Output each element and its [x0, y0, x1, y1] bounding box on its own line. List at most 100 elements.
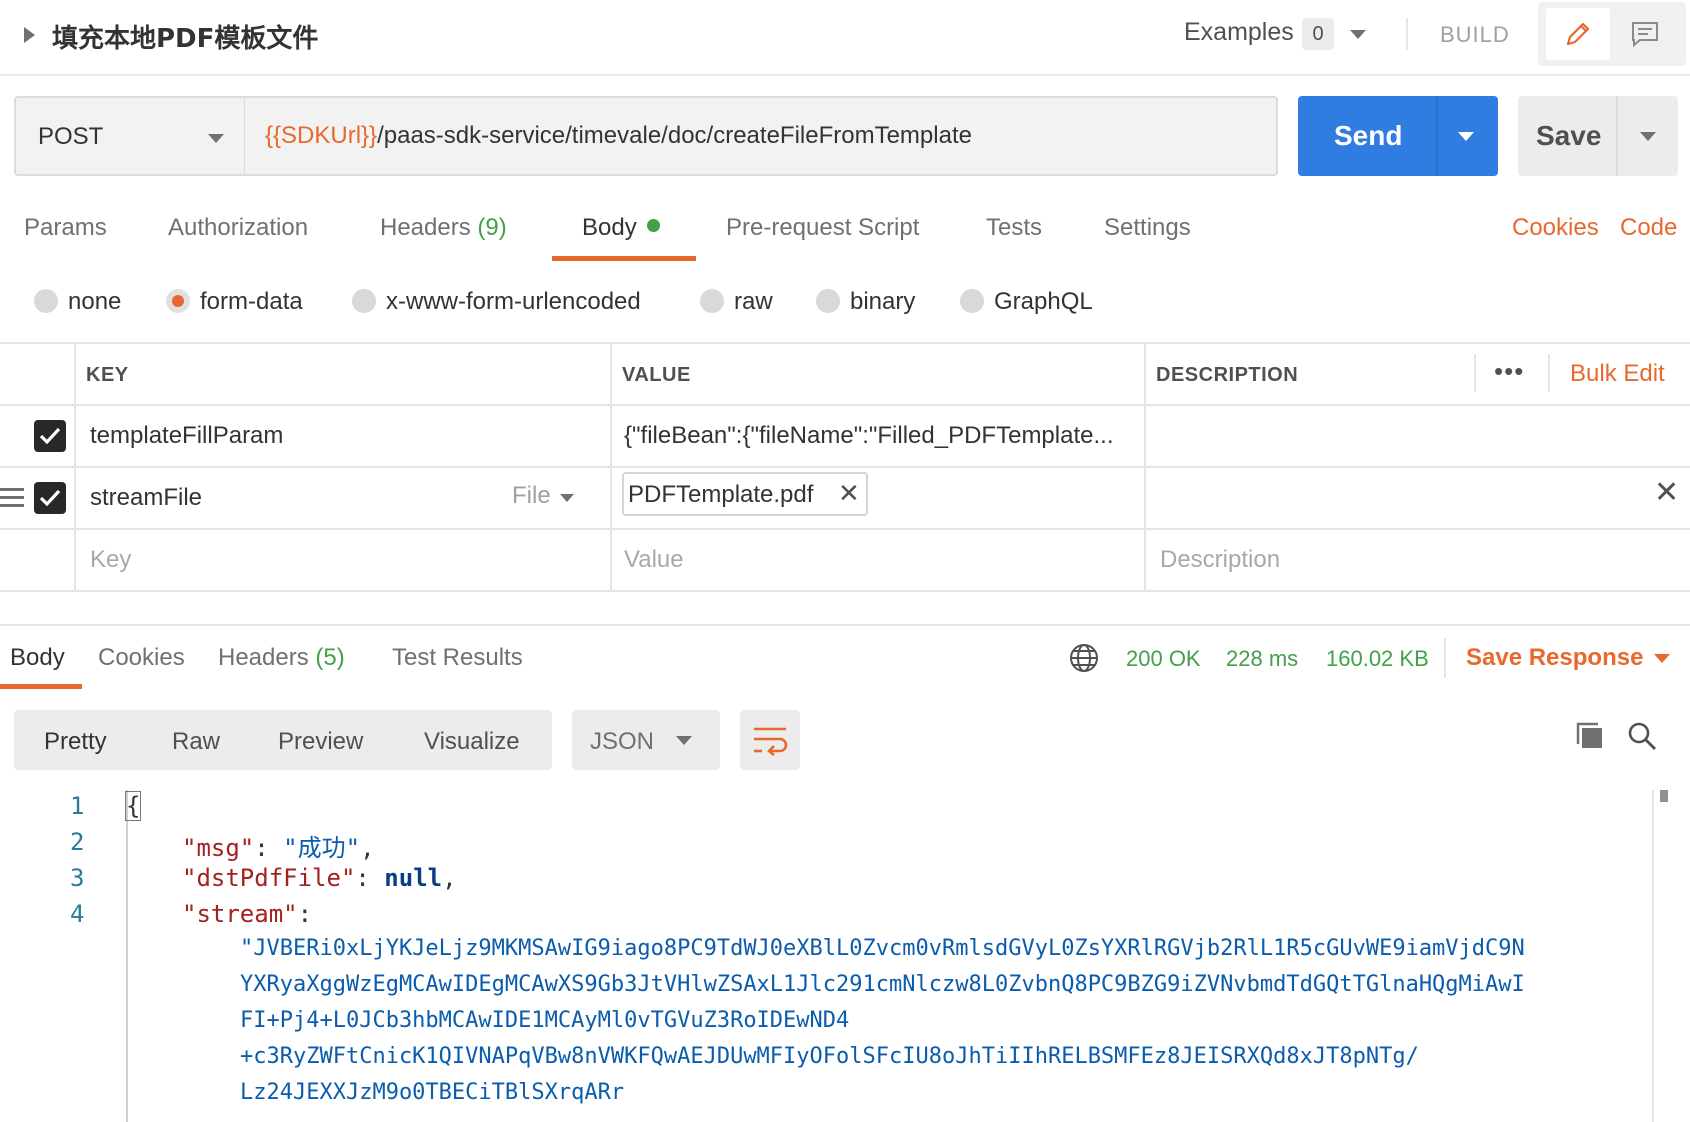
table-border	[0, 404, 1690, 406]
row-value[interactable]: {"fileBean":{"fileName":"Filled_PDFTempl…	[624, 422, 1134, 450]
code-link[interactable]: Code	[1620, 214, 1677, 242]
response-tab-test-results[interactable]: Test Results	[392, 644, 523, 672]
examples-count-badge: 0	[1302, 18, 1334, 50]
active-tab-underline	[0, 684, 82, 689]
view-preview[interactable]: Preview	[278, 728, 363, 756]
save-button[interactable]: Save	[1518, 96, 1678, 176]
checkmark-icon	[39, 427, 61, 445]
table-border	[74, 342, 76, 592]
send-button[interactable]: Send	[1298, 96, 1498, 176]
collapse-caret-icon[interactable]	[24, 27, 35, 43]
tab-headers-label: Headers	[380, 214, 471, 241]
send-options-chevron-icon[interactable]	[1458, 132, 1474, 141]
view-raw[interactable]: Raw	[172, 728, 220, 756]
examples-dropdown[interactable]: Examples	[1184, 18, 1294, 47]
checkmark-icon	[39, 489, 61, 507]
new-value-input[interactable]: Value	[624, 546, 684, 574]
method-select[interactable]: POST	[14, 96, 246, 176]
response-status[interactable]: 200 OK	[1126, 646, 1201, 672]
radio-label: GraphQL	[994, 288, 1093, 315]
cookies-link[interactable]: Cookies	[1512, 214, 1599, 242]
search-icon[interactable]	[1626, 720, 1658, 752]
radio-label: form-data	[200, 288, 303, 315]
radio-icon	[816, 289, 840, 313]
drag-handle-icon[interactable]	[0, 488, 24, 512]
url-text: {{SDKUrl}}/paas-sdk-service/timevale/doc…	[265, 122, 972, 150]
tab-prerequest-script[interactable]: Pre-request Script	[726, 214, 919, 242]
new-key-input[interactable]: Key	[90, 546, 131, 574]
active-tab-underline	[552, 256, 696, 261]
response-size[interactable]: 160.02 KB	[1326, 646, 1429, 672]
line-number: 4	[70, 900, 85, 928]
save-label: Save	[1536, 120, 1602, 151]
table-border	[610, 342, 612, 592]
code-line-3: "dstPdfFile": null,	[182, 864, 457, 892]
save-response-button[interactable]: Save Response	[1466, 644, 1643, 672]
tab-settings[interactable]: Settings	[1104, 214, 1191, 242]
chevron-down-icon[interactable]	[1654, 654, 1670, 663]
response-view-toggle: Pretty Raw Preview Visualize	[14, 710, 552, 770]
row-checkbox[interactable]	[34, 482, 66, 514]
response-headers-label: Headers	[218, 644, 309, 671]
response-tab-cookies[interactable]: Cookies	[98, 644, 185, 672]
scrollbar-thumb[interactable]	[1660, 790, 1668, 802]
body-type-graphql[interactable]: GraphQL	[960, 288, 1093, 318]
save-options-chevron-icon[interactable]	[1640, 132, 1656, 141]
globe-icon[interactable]	[1068, 642, 1100, 674]
code-line-2: "msg": "成功",	[182, 834, 375, 862]
table-border	[0, 528, 1690, 530]
url-variable: {{SDKUrl}}	[265, 122, 378, 149]
chevron-down-icon[interactable]	[1350, 30, 1366, 39]
table-border	[0, 466, 1690, 468]
radio-label: x-www-form-urlencoded	[386, 288, 641, 315]
chevron-down-icon	[676, 736, 692, 745]
code-line-4: "stream":	[182, 900, 313, 928]
view-pretty[interactable]: Pretty	[44, 728, 107, 756]
tab-authorization[interactable]: Authorization	[168, 214, 308, 242]
build-mode-label[interactable]: BUILD	[1440, 22, 1510, 48]
body-type-form-data[interactable]: form-data	[166, 288, 303, 318]
response-tab-body[interactable]: Body	[10, 644, 65, 672]
body-type-binary[interactable]: binary	[816, 288, 915, 318]
bulk-edit-button[interactable]: Bulk Edit	[1570, 360, 1665, 388]
stream-line: FI+Pj4+L0JCb3hbMCAwIDE1MCAyMl0vTGVuZ3RoI…	[240, 1008, 850, 1033]
row-checkbox[interactable]	[34, 420, 66, 452]
tab-headers[interactable]: Headers (9)	[380, 214, 507, 242]
edit-mode-button[interactable]	[1546, 8, 1610, 60]
key-type-select[interactable]: File	[512, 482, 551, 510]
editor-scrollbar[interactable]	[1652, 790, 1654, 1122]
wrap-lines-button[interactable]	[740, 710, 800, 770]
row-key[interactable]: streamFile	[90, 484, 490, 512]
table-border	[1474, 354, 1476, 392]
stream-line: YXRyaXggWzEgMCAwIDEgMCAwXS9Gb3JtVHlwZSAx…	[240, 972, 1525, 997]
radio-icon	[960, 289, 984, 313]
remove-file-icon[interactable]: ✕	[838, 478, 860, 509]
delete-row-icon[interactable]: ✕	[1654, 478, 1679, 508]
table-border	[0, 590, 1690, 592]
row-key[interactable]: templateFillParam	[90, 422, 590, 450]
body-type-urlencoded[interactable]: x-www-form-urlencoded	[352, 288, 641, 318]
response-time[interactable]: 228 ms	[1226, 646, 1298, 672]
view-visualize[interactable]: Visualize	[424, 728, 520, 756]
body-type-none[interactable]: none	[34, 288, 121, 318]
chevron-down-icon[interactable]	[560, 494, 574, 502]
editor-gutter	[126, 790, 128, 1122]
form-data-table: KEY VALUE DESCRIPTION ••• Bulk Edit temp…	[0, 342, 1690, 592]
body-type-raw[interactable]: raw	[700, 288, 773, 318]
stream-line: "JVBERi0xLjYKJeLjz9MKMSAwIG9iago8PC9TdWJ…	[240, 936, 1525, 961]
response-tab-headers[interactable]: Headers (5)	[218, 644, 345, 672]
url-input[interactable]: {{SDKUrl}}/paas-sdk-service/timevale/doc…	[244, 96, 1278, 176]
divider	[1616, 96, 1618, 176]
new-description-input[interactable]: Description	[1160, 546, 1280, 574]
tab-body[interactable]: Body	[582, 214, 660, 242]
tab-tests[interactable]: Tests	[986, 214, 1042, 242]
section-divider	[0, 624, 1690, 626]
format-value: JSON	[590, 728, 655, 755]
copy-icon[interactable]	[1574, 720, 1606, 752]
tab-params[interactable]: Params	[24, 214, 107, 242]
radio-label: raw	[734, 288, 773, 315]
request-name[interactable]: 填充本地PDF模板文件	[52, 18, 318, 55]
comments-button[interactable]	[1612, 8, 1676, 60]
more-options-icon[interactable]: •••	[1494, 356, 1524, 387]
format-select[interactable]: JSON	[572, 710, 720, 770]
